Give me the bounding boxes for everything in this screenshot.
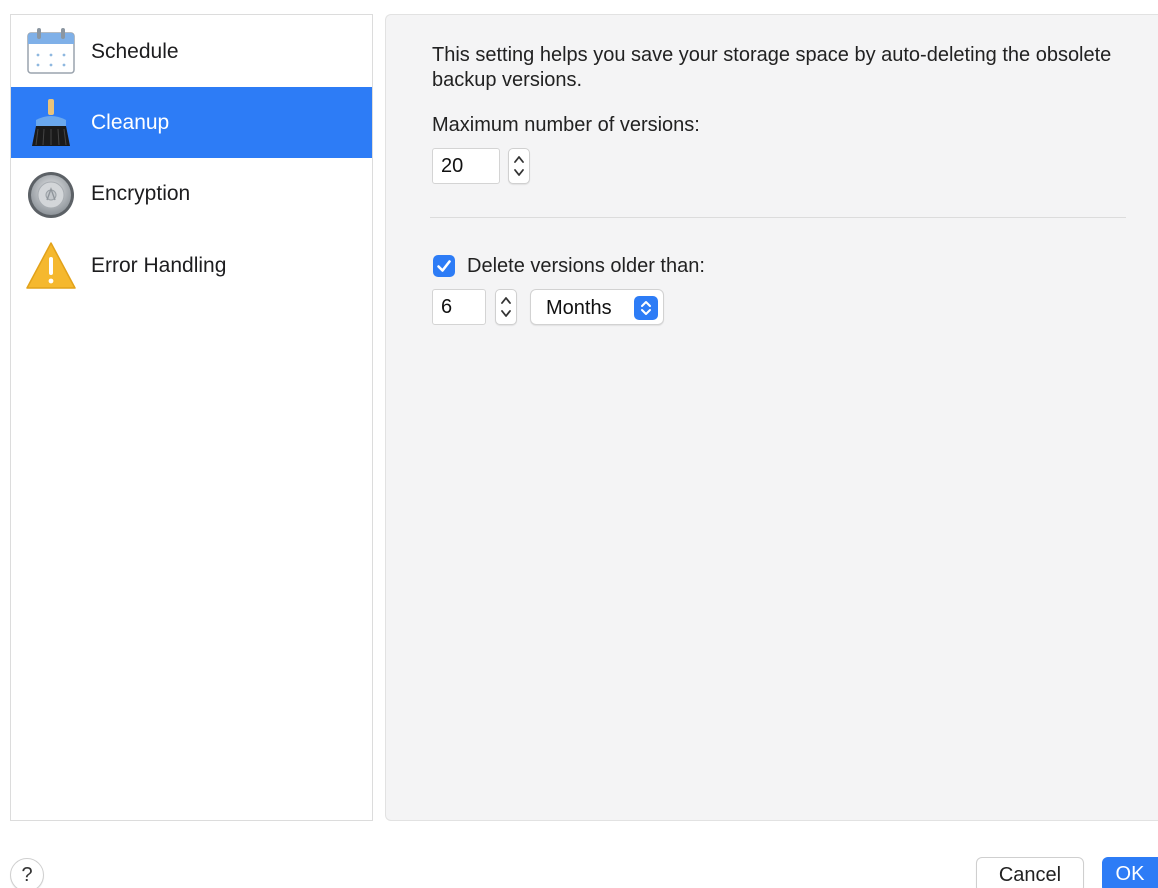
sidebar: Schedule Cleanup Encryption Error Handli… bbox=[10, 14, 373, 821]
sidebar-item-label: Cleanup bbox=[91, 110, 170, 134]
sidebar-item-label: Schedule bbox=[91, 39, 179, 63]
stepper-arrows-icon bbox=[514, 156, 524, 176]
stepper-arrows-icon bbox=[501, 297, 511, 317]
checkmark-icon bbox=[437, 260, 451, 272]
cleanup-settings-window: Schedule Cleanup Encryption Error Handli… bbox=[0, 0, 1158, 888]
sidebar-item-label: Encryption bbox=[91, 181, 191, 205]
broom-icon bbox=[24, 96, 78, 150]
time-unit-popup[interactable]: Months bbox=[530, 289, 664, 325]
cancel-button[interactable]: Cancel bbox=[976, 857, 1084, 888]
cleanup-description: This setting helps you save your storage… bbox=[432, 44, 1112, 91]
delete-older-stepper[interactable] bbox=[495, 289, 517, 325]
max-versions-label: Maximum number of versions: bbox=[432, 114, 700, 136]
lock-dial-icon bbox=[24, 167, 78, 221]
max-versions-stepper[interactable] bbox=[508, 148, 530, 184]
delete-older-checkbox[interactable] bbox=[433, 255, 455, 277]
sidebar-item-label: Error Handling bbox=[91, 253, 227, 277]
warning-icon bbox=[24, 239, 78, 293]
sidebar-item-encryption[interactable]: Encryption bbox=[11, 158, 372, 229]
sidebar-item-schedule[interactable]: Schedule bbox=[11, 16, 372, 87]
calendar-icon bbox=[24, 25, 78, 79]
sidebar-item-cleanup[interactable]: Cleanup bbox=[11, 87, 372, 158]
delete-older-label: Delete versions older than: bbox=[467, 255, 705, 277]
max-versions-field[interactable]: 20 bbox=[432, 148, 500, 184]
popup-chevrons-icon bbox=[634, 296, 658, 320]
settings-panel: This setting helps you save your storage… bbox=[385, 14, 1158, 821]
delete-older-value-field[interactable]: 6 bbox=[432, 289, 486, 325]
sidebar-item-error-handling[interactable]: Error Handling bbox=[11, 230, 372, 301]
section-divider bbox=[430, 217, 1126, 218]
ok-button[interactable]: OK bbox=[1102, 857, 1158, 888]
help-button[interactable]: ? bbox=[10, 858, 44, 888]
time-unit-selected: Months bbox=[546, 297, 612, 319]
